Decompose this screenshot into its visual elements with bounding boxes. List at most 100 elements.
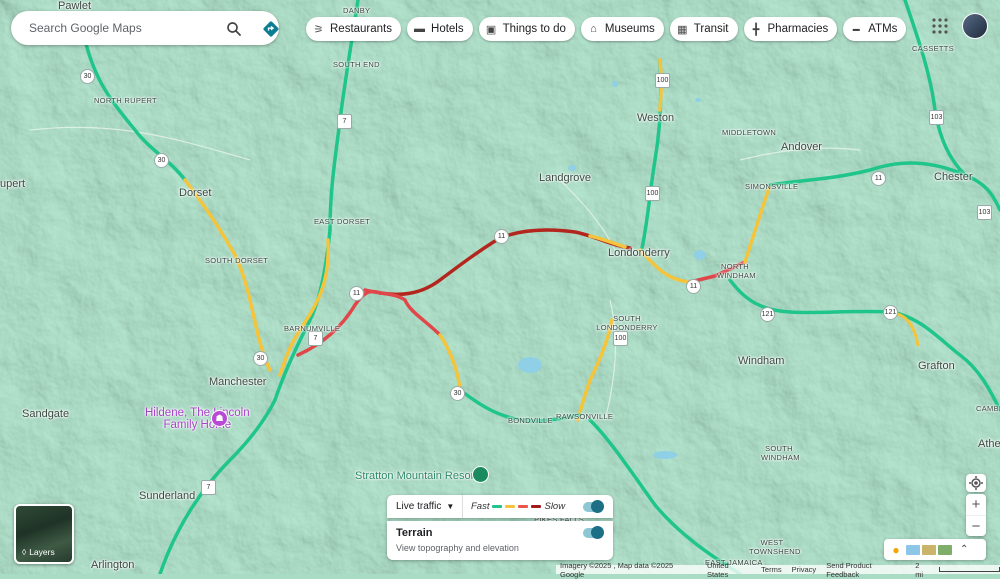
route-shield: 103	[929, 110, 944, 125]
chip-things-to-do[interactable]: ▣ Things to do	[478, 17, 575, 41]
scale-bar	[939, 567, 1000, 572]
privacy-link[interactable]: Privacy	[792, 565, 817, 574]
resort-pin-icon[interactable]	[472, 466, 489, 483]
imagery-thumb-1[interactable]	[906, 544, 920, 555]
map-footer: Imagery ©2025 , Map data ©2025 Google Un…	[556, 561, 1000, 579]
place-label[interactable]: upert	[0, 178, 25, 190]
place-label-small: SOUTH LONDONDERRY	[596, 314, 658, 332]
traffic-bar-slow	[518, 505, 529, 508]
route-shield: 30	[253, 351, 268, 366]
layers-button[interactable]: ◊ Layers	[14, 504, 74, 564]
traffic-toggle[interactable]	[583, 500, 604, 513]
feedback-link[interactable]: Send Product Feedback	[826, 561, 905, 579]
chip-atms[interactable]: ▬ ATMs	[843, 17, 907, 41]
atm-icon: ▬	[852, 25, 860, 33]
place-label-small: MIDDLETOWN	[722, 128, 777, 137]
place-label[interactable]: Landgrove	[539, 172, 591, 184]
zoom-controls: + −	[966, 494, 986, 536]
place-label-small: EAST DORSET	[314, 217, 371, 226]
layers-label: Layers	[29, 547, 55, 557]
place-label[interactable]: Londonderry	[608, 247, 670, 259]
zoom-out-button[interactable]: −	[966, 515, 986, 537]
place-label[interactable]: Athen	[978, 438, 1000, 450]
route-shield: 30	[154, 153, 169, 168]
chip-label: Museums	[604, 23, 655, 35]
route-shield: 100	[645, 186, 660, 201]
map-canvas[interactable]	[0, 0, 1000, 574]
chip-museums[interactable]: ⌂ Museums	[580, 17, 664, 41]
category-chips: ⚞ Restaurants ▬ Hotels ▣ Things to do ⌂ Muse…	[306, 17, 907, 41]
terrain-title: Terrain	[396, 527, 433, 539]
route-shield: 11	[871, 171, 886, 186]
search-icon[interactable]	[225, 20, 243, 38]
place-label[interactable]: Grafton	[918, 360, 955, 372]
avatar[interactable]	[962, 13, 988, 39]
route-shield: 7	[308, 331, 323, 346]
place-label[interactable]: Andover	[781, 141, 822, 153]
imagery-thumb-3[interactable]	[938, 544, 952, 555]
place-label[interactable]: Sandgate	[22, 408, 69, 420]
place-label-small: SOUTH WINDHAM	[761, 444, 800, 462]
scale-label[interactable]: 2 mi	[915, 561, 929, 579]
route-shield: 121	[760, 307, 775, 322]
live-traffic-panel: Live traffic ▼ Fast Slow	[387, 495, 613, 518]
museum-icon: ⌂	[590, 23, 597, 35]
poi-hildene-line2: Family Home	[163, 419, 232, 431]
my-location-button[interactable]	[966, 474, 986, 492]
chip-pharmacies[interactable]: ╋ Pharmacies	[743, 17, 838, 41]
route-shield: 7	[201, 480, 216, 495]
traffic-fast-label: Fast	[471, 501, 490, 512]
traffic-bar-slowest	[531, 505, 542, 508]
chip-label: Transit	[693, 23, 729, 35]
country-link[interactable]: United States	[707, 561, 751, 579]
route-shield: 7	[337, 114, 352, 129]
pegman-icon[interactable]: ●	[888, 543, 904, 557]
place-label[interactable]: Manchester	[209, 376, 266, 388]
place-label[interactable]: Weston	[637, 112, 674, 124]
chevron-down-icon: ▼	[446, 502, 455, 511]
chip-transit[interactable]: ▦ Transit	[669, 17, 738, 41]
imagery-thumb-2[interactable]	[922, 544, 936, 555]
chip-restaurants[interactable]: ⚞ Restaurants	[306, 17, 402, 41]
chip-label: Restaurants	[330, 23, 393, 35]
traffic-legend: Fast Slow	[471, 501, 565, 512]
place-label[interactable]: Arlington	[91, 559, 134, 571]
route-shield: 103	[977, 205, 992, 220]
place-label-small: SOUTH DORSET	[205, 256, 269, 265]
place-label-small: BONDVILLE	[508, 416, 553, 425]
my-location-icon	[969, 476, 983, 490]
apps-grid-icon[interactable]	[931, 17, 949, 35]
search-box[interactable]	[11, 11, 279, 45]
place-label-small: NORTH RUPERT	[94, 96, 157, 105]
chip-hotels[interactable]: ▬ Hotels	[407, 17, 473, 41]
place-label-small: NORTH WINDHAM	[717, 262, 756, 280]
place-label-small: BARNUMVILLE	[284, 324, 341, 333]
route-shield: 100	[613, 331, 628, 346]
train-icon: ▦	[677, 23, 688, 36]
place-label[interactable]: Chester	[934, 171, 973, 183]
poi-hildene[interactable]: Hildene, The Lincoln Family Home	[145, 407, 250, 431]
chip-label: ATMs	[868, 23, 898, 35]
route-shield: 11	[686, 279, 701, 294]
poi-stratton[interactable]: Stratton Mountain Resort	[355, 470, 477, 482]
museum-pin-icon[interactable]: ☗	[211, 410, 228, 427]
place-label[interactable]: Dorset	[179, 187, 211, 199]
traffic-bar-fast	[492, 505, 503, 508]
chip-label: Things to do	[502, 23, 566, 35]
camera-icon: ▣	[485, 23, 497, 36]
chevron-up-icon[interactable]: ⌃	[960, 544, 968, 555]
live-traffic-dropdown[interactable]: Live traffic ▼	[387, 495, 463, 518]
directions-icon[interactable]	[261, 19, 281, 39]
route-shield: 100	[655, 73, 670, 88]
terms-link[interactable]: Terms	[761, 565, 781, 574]
route-shield: 30	[450, 386, 465, 401]
attribution: Imagery ©2025 , Map data ©2025 Google	[560, 560, 674, 579]
place-label-small: CASSETTS	[912, 44, 954, 53]
place-label[interactable]: Sunderland	[139, 490, 195, 502]
place-label[interactable]: Windham	[738, 355, 784, 367]
route-shield: 11	[349, 286, 364, 301]
terrain-toggle[interactable]	[583, 526, 604, 539]
search-input[interactable]	[27, 20, 211, 36]
pharmacy-icon: ╋	[752, 23, 760, 36]
zoom-in-button[interactable]: +	[966, 494, 986, 515]
